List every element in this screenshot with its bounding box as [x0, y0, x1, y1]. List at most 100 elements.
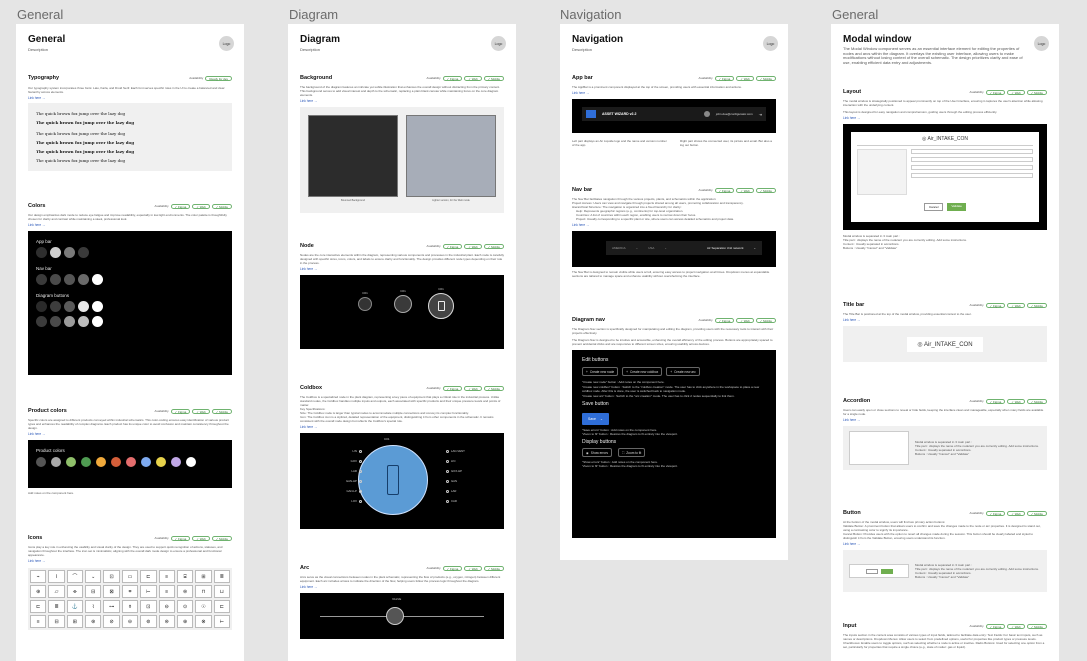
- left-note: Left part displays an Air Liquide logo a…: [572, 139, 667, 147]
- link-here[interactable]: Link here →: [843, 418, 1047, 422]
- link-here[interactable]: Link here →: [28, 96, 232, 100]
- diagram-frame[interactable]: Diagram Description Logo Background Avai…: [288, 24, 516, 661]
- text-input[interactable]: [911, 156, 1033, 162]
- nav-bar-label: Nav bar: [36, 266, 52, 271]
- bullet: Buttons : Usually "Cancel" and "Validate…: [915, 575, 970, 579]
- icon-tile: ⌇: [85, 600, 102, 613]
- validate-button-sample[interactable]: [880, 568, 893, 574]
- accordion-list[interactable]: [857, 148, 907, 195]
- right-ports: LAN-VENT LIN GOX-HP GAN LAR CAR: [446, 449, 465, 503]
- port-dot: [358, 499, 362, 503]
- link-here[interactable]: Link here →: [843, 116, 1047, 120]
- text-input[interactable]: [911, 148, 1033, 154]
- create-coldbox-button[interactable]: + Create new coldbox: [622, 367, 663, 376]
- pill-figma: ✓ Figma: [170, 535, 191, 541]
- save-button-label: Save button: [582, 401, 609, 407]
- zoom-to-fit-button[interactable]: ⛶ Zoom to fit: [617, 448, 646, 457]
- link-here[interactable]: Link here →: [843, 318, 1047, 322]
- note: "Zoom to fit" button : Resizes the diagr…: [582, 432, 678, 436]
- link-here[interactable]: Link here →: [300, 99, 504, 103]
- pill-figma: ✓ Figma: [442, 243, 463, 249]
- background-section: Background Availability ✓ Figma ✓ Web ✓ Mo…: [300, 74, 504, 213]
- general-frame[interactable]: General Description Logo Typography Avai…: [16, 24, 244, 661]
- section-title: Colors: [28, 203, 46, 209]
- pill-web: ✓ Web: [1007, 89, 1025, 95]
- modal-title: ◎ Air_INTAKE_CON: [922, 136, 968, 142]
- accordion-sample[interactable]: [849, 431, 909, 465]
- color-swatch: [66, 457, 76, 467]
- frame-title-navigation[interactable]: Navigation: [560, 7, 621, 22]
- color-swatch: [186, 457, 196, 467]
- pill-figma: ✓ Figma: [985, 398, 1006, 404]
- port-dot: [358, 449, 362, 453]
- pill-figma: ✓ Figma: [442, 385, 463, 391]
- link-here[interactable]: Link here →: [28, 223, 232, 227]
- diagram-nav-section: Diagram nav Availability ✓ Figma ✓ Web ✓ M…: [572, 316, 776, 538]
- frame-title-diagram[interactable]: Diagram: [289, 7, 338, 22]
- dropdown-input[interactable]: [911, 164, 1033, 170]
- pill-mobile: ✓ Mobile: [211, 535, 232, 541]
- port: LIN: [446, 459, 465, 463]
- section-title: Layout: [843, 89, 862, 95]
- frame-title-general[interactable]: General: [17, 7, 63, 22]
- page-title: Diagram: [300, 34, 341, 45]
- color-swatch: [64, 316, 75, 327]
- pill-figma: ✓ Figma: [985, 89, 1006, 95]
- navigation-frame[interactable]: Navigation Description Logo App bar Avai…: [560, 24, 788, 560]
- cancel-button-sample[interactable]: [865, 568, 878, 574]
- link-here[interactable]: Link here →: [28, 432, 232, 436]
- port-dot: [446, 449, 449, 453]
- section-title: Arc: [300, 565, 310, 571]
- icon-tile: ⚓: [66, 600, 84, 613]
- validate-button[interactable]: Validate: [947, 202, 966, 211]
- save-button[interactable]: Save ⌄: [582, 413, 609, 425]
- breadcrumb-country[interactable]: USA: [648, 246, 654, 250]
- create-node-button[interactable]: + Create new node: [582, 367, 619, 376]
- icon-tile: ⊏: [140, 570, 157, 583]
- breadcrumb-region[interactable]: AMERICA: [612, 246, 626, 250]
- port-label: LIN: [451, 459, 456, 463]
- pill-web: ✓ Web: [736, 317, 754, 323]
- valve-label: VALVE: [392, 597, 402, 601]
- avatar[interactable]: [703, 111, 710, 117]
- section-title: Accordion: [843, 398, 871, 404]
- link-here[interactable]: Link here →: [300, 267, 504, 271]
- availability-label: Availability: [698, 76, 713, 80]
- link-here[interactable]: Link here →: [300, 425, 504, 429]
- swatch-row: [36, 316, 224, 327]
- port-label: GAN-HP: [346, 479, 357, 483]
- cancel-button[interactable]: Cancel: [924, 202, 944, 211]
- availability-label: Availability: [969, 303, 984, 307]
- link-here[interactable]: Link here →: [843, 542, 1047, 546]
- note: Add notes on the component here.: [28, 491, 75, 495]
- show-errors-button[interactable]: ◉ Show errors: [582, 448, 612, 457]
- icon-tile: ⊔: [213, 585, 230, 598]
- port-label: LAR: [351, 469, 357, 473]
- equipment-icon: [437, 301, 445, 311]
- frame-title-general-2[interactable]: General: [832, 7, 878, 22]
- link-here[interactable]: Link here →: [572, 91, 776, 95]
- availability-label: Availability: [154, 536, 169, 540]
- button-sample: [849, 564, 909, 578]
- pill-web: ✓ Web: [736, 75, 754, 81]
- breadcrumb-project[interactable]: Air Separation Unit network: [707, 246, 744, 250]
- typography-section: Typography Availability Ready for dev Ou…: [28, 74, 232, 171]
- logo: Logo: [491, 36, 506, 51]
- colors-panel: App bar Nav bar Diagram buttons: [28, 231, 232, 375]
- link-here[interactable]: Link here →: [300, 585, 504, 589]
- color-swatch: [50, 316, 61, 327]
- section-text: Nodes are the core interactive elements …: [300, 253, 504, 265]
- nav-bar-section: Nav bar Availability ✓ Figma ✓ Web ✓ Mobil…: [572, 186, 776, 278]
- swatch-row: [36, 274, 224, 285]
- logout-icon[interactable]: ⇥: [759, 112, 762, 117]
- text-input[interactable]: [911, 172, 1033, 178]
- availability-label: Availability: [969, 511, 984, 515]
- link-here[interactable]: Link here →: [28, 559, 232, 563]
- create-arc-button[interactable]: + Create new arc: [666, 367, 700, 376]
- link-here[interactable]: Link here →: [572, 223, 776, 227]
- caption: Lighter version, for the Web mode: [432, 199, 470, 202]
- pill-web: ✓ Web: [736, 187, 754, 193]
- bullet: Cancel Button: Provides users with the o…: [843, 532, 1034, 540]
- plus-icon: +: [670, 369, 673, 374]
- modal-frame[interactable]: Modal window The Modal Window component …: [831, 24, 1059, 661]
